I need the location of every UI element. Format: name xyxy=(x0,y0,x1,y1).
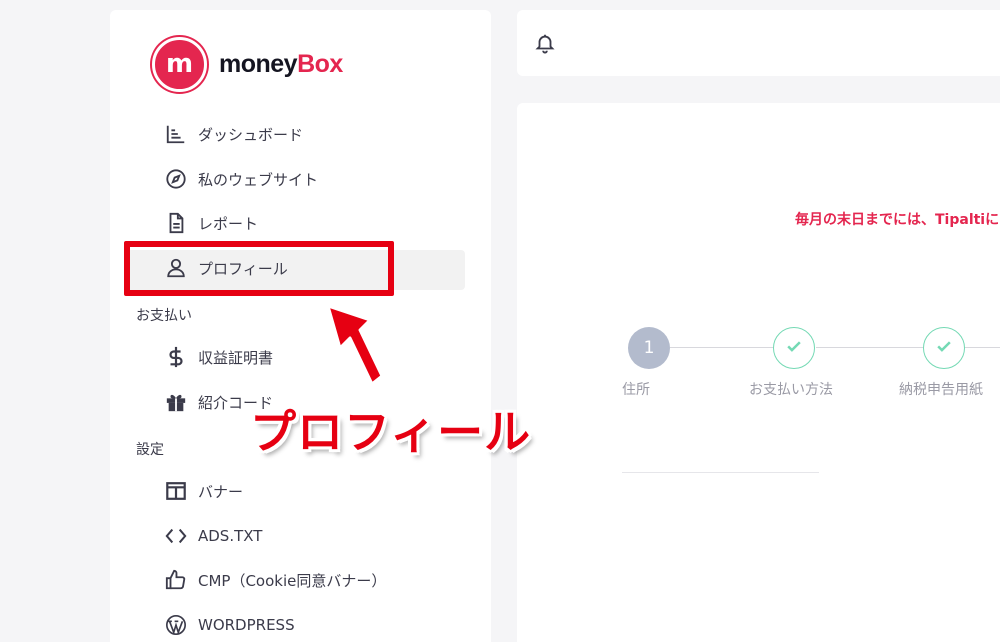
columns-icon xyxy=(164,479,188,503)
step-2-label: お支払い方法 xyxy=(749,382,833,398)
sidebar-item-wordpress[interactable]: WORDPRESS xyxy=(164,609,295,641)
step-1-label: 住所 xyxy=(622,382,650,398)
step-connector xyxy=(670,347,773,348)
sidebar-item-cmp[interactable]: CMP（Cookie同意バナー） xyxy=(164,564,386,596)
annotation-highlight-box xyxy=(124,241,394,296)
annotation-callout: プロフィール xyxy=(250,405,532,459)
dollar-icon xyxy=(164,345,188,369)
sidebar-item-adstxt[interactable]: ADS.TXT xyxy=(164,520,262,552)
main-content: 毎月の末日までには、Tipaltiに 1 住所 お支払い方法 納税申告用紙 xyxy=(517,103,1000,642)
content-divider xyxy=(622,472,819,473)
sidebar-item-label: ダッシュボード xyxy=(198,125,304,144)
gift-icon xyxy=(164,390,188,414)
step-2-check[interactable] xyxy=(773,327,815,369)
sidebar-item-income[interactable]: 収益証明書 xyxy=(164,341,273,373)
sidebar-item-label: WORDPRESS xyxy=(198,616,295,634)
sidebar-item-dashboard[interactable]: ダッシュボード xyxy=(164,118,303,150)
check-icon xyxy=(784,336,804,360)
sidebar-item-label: 収益証明書 xyxy=(198,348,274,367)
step-1-number[interactable]: 1 xyxy=(628,327,670,369)
section-title-payments: お支払い xyxy=(136,308,192,324)
sidebar-item-websites[interactable]: 私のウェブサイト xyxy=(164,163,318,195)
section-title-settings: 設定 xyxy=(136,442,164,458)
step-connector xyxy=(816,347,923,348)
logo-mark-letter: m xyxy=(165,48,194,79)
compass-icon xyxy=(164,167,188,191)
sidebar-item-label: レポート xyxy=(198,214,259,233)
payment-notice: 毎月の末日までには、Tipaltiに xyxy=(795,212,1000,228)
bell-icon[interactable] xyxy=(534,32,556,54)
sidebar-item-label: バナー xyxy=(198,482,244,501)
sidebar: m moneyBox ダッシュボード 私のウェブサイト レポート プロフィール … xyxy=(110,10,491,642)
code-icon xyxy=(164,524,188,548)
sidebar-item-label: CMP（Cookie同意バナー） xyxy=(198,571,387,590)
step-connector xyxy=(965,347,1000,348)
wordpress-icon xyxy=(164,613,188,637)
logo-money-text: money xyxy=(219,50,298,78)
sidebar-item-label: 私のウェブサイト xyxy=(198,170,319,189)
sidebar-item-label: ADS.TXT xyxy=(198,527,263,545)
step-3-label: 納税申告用紙 xyxy=(899,382,983,398)
logo[interactable]: m moneyBox xyxy=(152,37,343,92)
thumbs-up-icon xyxy=(164,568,188,592)
check-icon xyxy=(934,336,954,360)
top-bar xyxy=(517,10,1000,76)
logo-box-text: Box xyxy=(297,50,343,78)
logo-mark: m xyxy=(152,37,207,92)
document-icon xyxy=(164,211,188,235)
annotation-arrow-icon xyxy=(326,304,384,386)
bar-chart-icon xyxy=(164,122,188,146)
logo-wordmark: moneyBox xyxy=(219,50,343,79)
sidebar-item-banner[interactable]: バナー xyxy=(164,475,243,507)
sidebar-item-reports[interactable]: レポート xyxy=(164,207,258,239)
step-3-check[interactable] xyxy=(923,327,965,369)
